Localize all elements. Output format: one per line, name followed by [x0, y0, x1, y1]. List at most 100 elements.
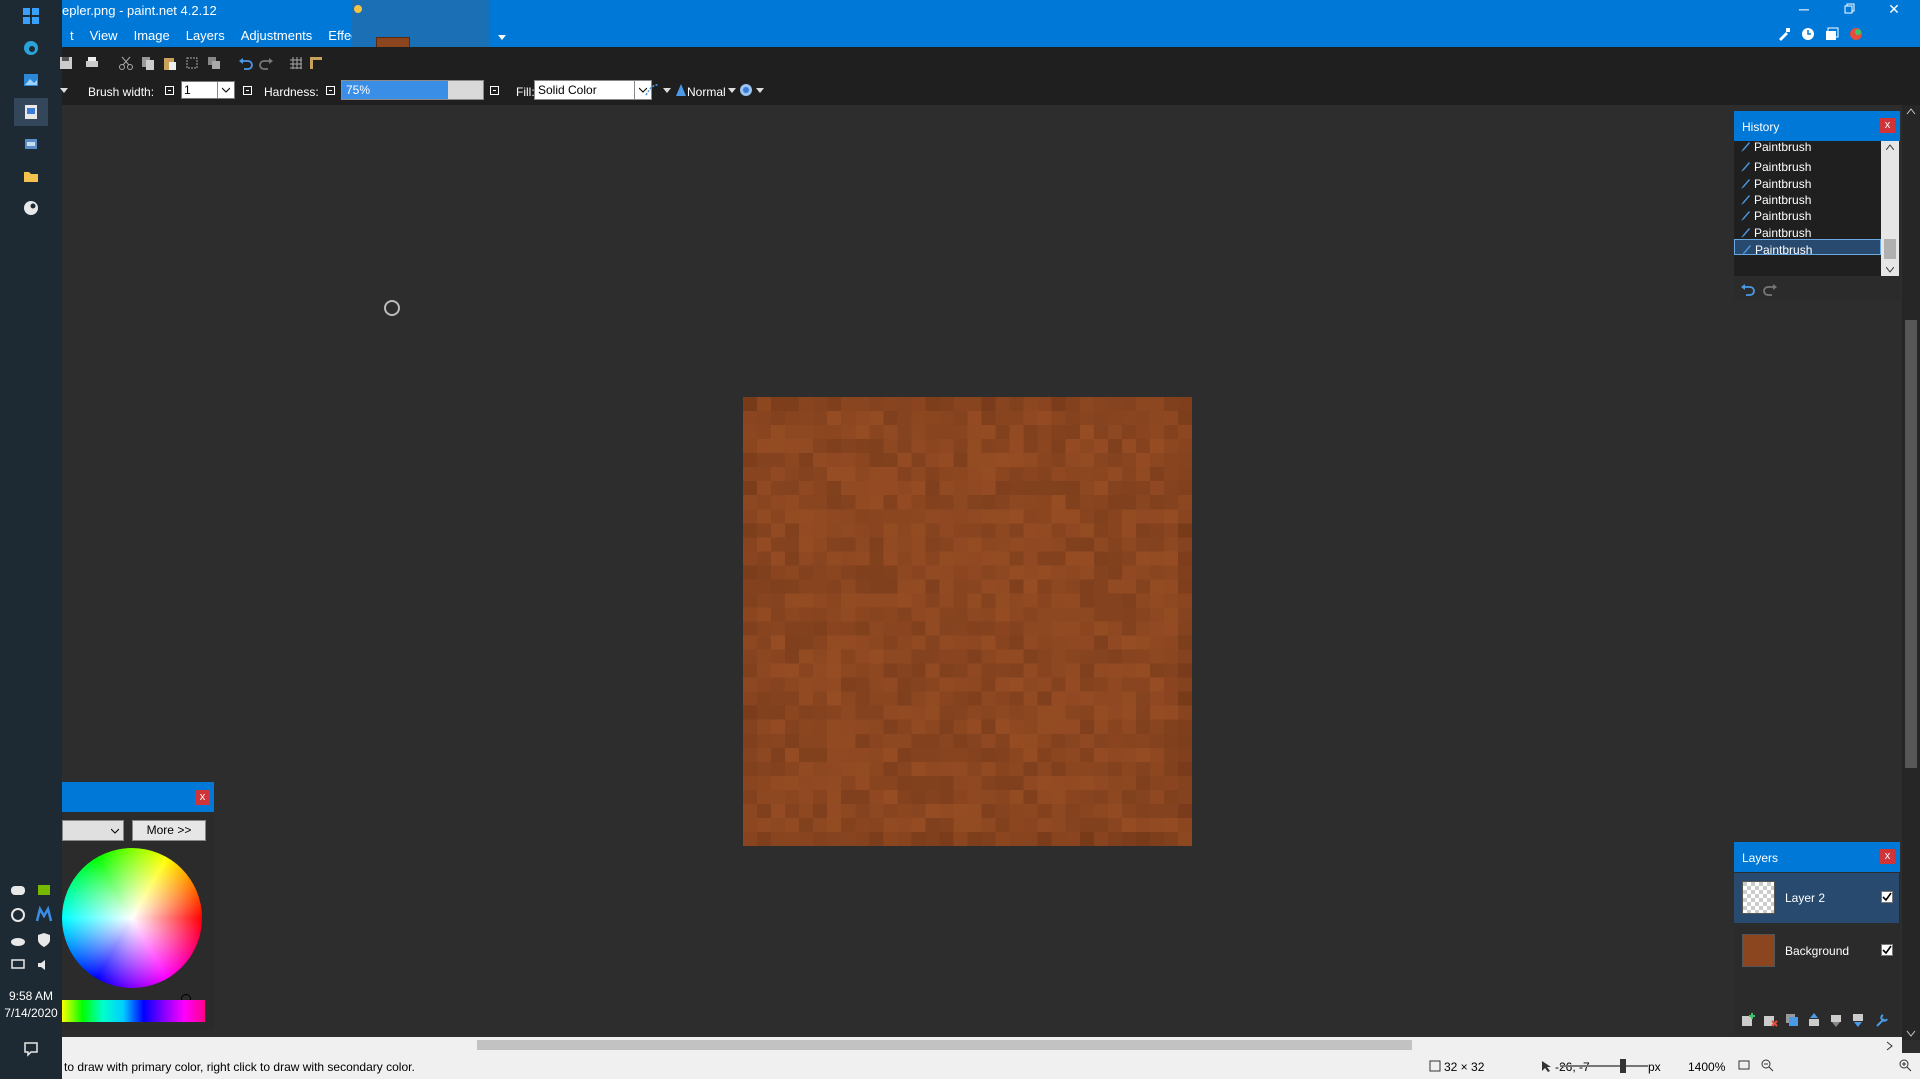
history-item[interactable]: Paintbrush [1734, 157, 1881, 174]
menu-edit[interactable]: t [62, 27, 82, 45]
colors-close-button[interactable]: x [195, 790, 210, 805]
vertical-scroll-thumb[interactable] [1905, 320, 1917, 768]
pixel-grid-icon[interactable] [288, 55, 304, 71]
history-scrollbar[interactable] [1881, 141, 1899, 276]
steam-app-icon[interactable] [14, 194, 48, 222]
menu-image[interactable]: Image [126, 27, 178, 45]
zoom-slider-knob[interactable] [1620, 1059, 1626, 1073]
zoom-out-icon[interactable] [1760, 1058, 1774, 1072]
history-undo-icon[interactable] [1740, 282, 1756, 296]
brush-width-decrease-button[interactable] [165, 86, 174, 95]
history-item[interactable]: Paintbrush [1734, 137, 1881, 154]
onedrive-tray-icon[interactable] [8, 930, 28, 950]
display-tray-icon[interactable] [8, 955, 28, 975]
antialiasing-icon[interactable] [644, 82, 660, 98]
fill-mode-select[interactable]: Solid Color [534, 80, 652, 100]
malwarebytes-tray-icon[interactable] [34, 905, 54, 925]
system-clock[interactable]: 9:58 AM 7/14/2020 [0, 988, 62, 1022]
brush-width-increase-button[interactable] [243, 86, 252, 95]
paste-icon[interactable] [162, 55, 178, 71]
layer-row-background[interactable]: Background [1734, 926, 1899, 976]
windows-start-icon[interactable] [14, 2, 48, 30]
image-canvas[interactable] [743, 397, 1192, 846]
nvidia-tray-icon[interactable] [34, 880, 54, 900]
history-redo-icon[interactable] [1762, 282, 1778, 296]
duplicate-layer-icon[interactable] [1784, 1012, 1800, 1028]
zoom-slider[interactable] [1560, 1065, 1648, 1067]
action-center-icon[interactable] [14, 1035, 48, 1063]
minimize-button[interactable]: ─ [1784, 0, 1824, 18]
undo-icon[interactable] [238, 55, 254, 71]
add-layer-icon[interactable] [1740, 1012, 1756, 1028]
scroll-right-icon[interactable] [1886, 1041, 1894, 1051]
move-layer-down-icon[interactable] [1850, 1012, 1866, 1028]
image-tab[interactable] [352, 0, 490, 72]
tool-options-dropdown-icon[interactable] [56, 82, 72, 98]
color-wheel[interactable] [62, 848, 202, 1004]
edge-browser-icon[interactable] [14, 34, 48, 62]
crop-to-selection-icon[interactable] [184, 55, 200, 71]
file-explorer-icon[interactable] [14, 162, 48, 190]
scroll-up-icon[interactable] [1906, 107, 1916, 115]
rulers-icon[interactable] [308, 55, 324, 71]
layers-window-icon[interactable] [1824, 26, 1840, 42]
menu-adjustments[interactable]: Adjustments [233, 27, 321, 45]
layer-properties-icon[interactable] [1874, 1012, 1890, 1028]
unit-selector[interactable]: px [1648, 1060, 1661, 1074]
canvas-vertical-scrollbar[interactable] [1902, 105, 1920, 1040]
menu-layers[interactable]: Layers [178, 27, 233, 45]
security-tray-icon[interactable] [34, 930, 54, 950]
history-scroll-down-icon[interactable] [1886, 267, 1894, 273]
menu-view[interactable]: View [82, 27, 126, 45]
app-window-icon[interactable] [14, 130, 48, 158]
tools-window-icon[interactable] [1776, 26, 1792, 42]
merge-layer-down-icon[interactable] [1828, 1012, 1844, 1028]
sampling-dropdown-icon[interactable] [752, 82, 768, 98]
history-window-icon[interactable] [1800, 26, 1816, 42]
zoom-level[interactable]: 1400% [1688, 1060, 1725, 1074]
layers-close-button[interactable]: x [1880, 849, 1895, 864]
delete-layer-icon[interactable] [1762, 1012, 1778, 1028]
history-scroll-up-icon[interactable] [1886, 144, 1894, 150]
zoom-in-icon[interactable] [1898, 1058, 1912, 1072]
horizontal-scroll-thumb[interactable] [477, 1040, 1412, 1050]
brush-width-input[interactable] [184, 83, 214, 97]
photos-app-icon[interactable] [14, 66, 48, 94]
hardness-increase-button[interactable] [490, 86, 499, 95]
history-item[interactable]: Paintbrush [1734, 206, 1881, 223]
close-window-button[interactable]: ✕ [1874, 0, 1914, 18]
copy-icon[interactable] [140, 55, 156, 71]
history-scroll-thumb[interactable] [1884, 239, 1896, 259]
history-item[interactable]: Paintbrush [1734, 174, 1881, 191]
history-close-button[interactable]: x [1880, 118, 1895, 133]
color-palette[interactable] [62, 1000, 205, 1022]
hardness-slider[interactable]: 75% [341, 80, 484, 100]
layer-visibility-checkbox[interactable] [1881, 891, 1893, 903]
zoom-to-window-icon[interactable] [1737, 1058, 1751, 1072]
deselect-icon[interactable] [206, 55, 222, 71]
brush-width-combo[interactable] [181, 81, 235, 99]
colors-window-icon[interactable] [1848, 26, 1864, 42]
color-select-dropdown[interactable] [62, 820, 124, 841]
canvas-horizontal-scrollbar[interactable] [62, 1037, 1902, 1053]
history-item[interactable]: Paintbrush [1734, 223, 1881, 240]
layers-panel-header[interactable]: Layers x [1734, 842, 1900, 872]
network-tray-icon[interactable] [8, 905, 28, 925]
history-item[interactable]: Paintbrush [1734, 190, 1881, 207]
history-item[interactable]: Paintbrush [1734, 238, 1881, 257]
cut-icon[interactable] [118, 55, 134, 71]
redo-icon[interactable] [258, 55, 274, 71]
blend-mode-value[interactable]: Normal [687, 85, 726, 99]
save-icon[interactable] [58, 55, 74, 71]
discord-tray-icon[interactable] [8, 880, 28, 900]
more-colors-button[interactable]: More >> [132, 820, 206, 841]
brush-width-dropdown-icon[interactable] [217, 82, 234, 98]
colors-panel-header[interactable]: x [62, 782, 214, 812]
layer-visibility-checkbox[interactable] [1881, 944, 1893, 956]
volume-tray-icon[interactable] [34, 955, 54, 975]
move-layer-up-icon[interactable] [1806, 1012, 1822, 1028]
scroll-down-icon[interactable] [1906, 1030, 1916, 1038]
paintnet-app-icon[interactable] [14, 98, 48, 126]
tab-list-dropdown-icon[interactable] [496, 30, 508, 42]
restore-button[interactable] [1830, 0, 1870, 18]
